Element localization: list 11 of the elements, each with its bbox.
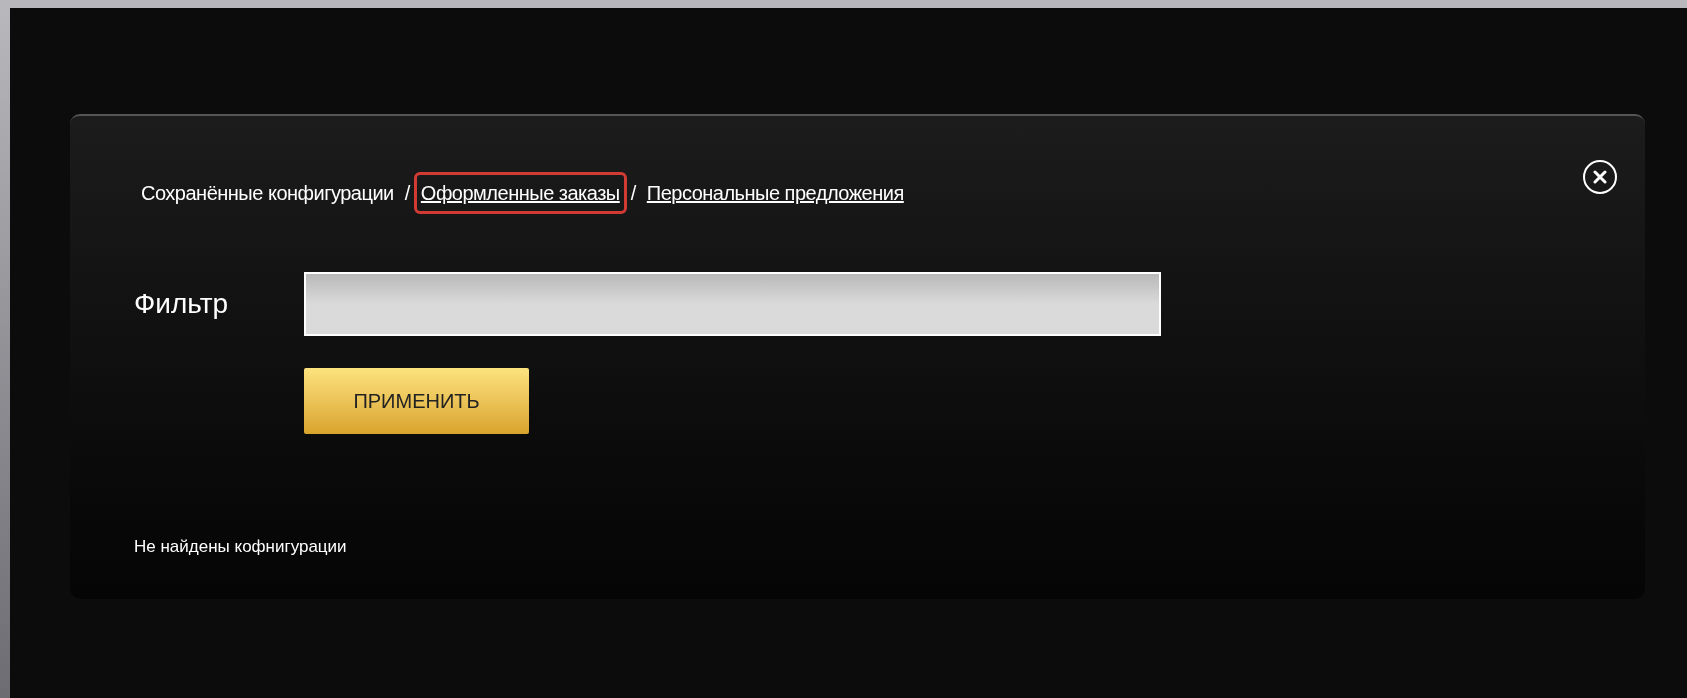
separator: / bbox=[630, 181, 636, 206]
close-icon bbox=[1593, 170, 1607, 184]
filter-label: Фильтр bbox=[134, 287, 230, 321]
filter-field[interactable] bbox=[304, 272, 1161, 336]
apply-button[interactable]: ПРИМЕНИТЬ bbox=[304, 368, 529, 434]
tab-link[interactable]: Сохранённые конфигурации bbox=[134, 172, 401, 214]
tab-link[interactable]: Персональные предложения bbox=[639, 172, 911, 214]
tab-link[interactable]: Оформленные заказы bbox=[413, 172, 627, 214]
separator: / bbox=[404, 181, 410, 206]
status-message: Не найдены кофнигурации bbox=[134, 536, 348, 558]
close-button[interactable] bbox=[1583, 160, 1617, 194]
